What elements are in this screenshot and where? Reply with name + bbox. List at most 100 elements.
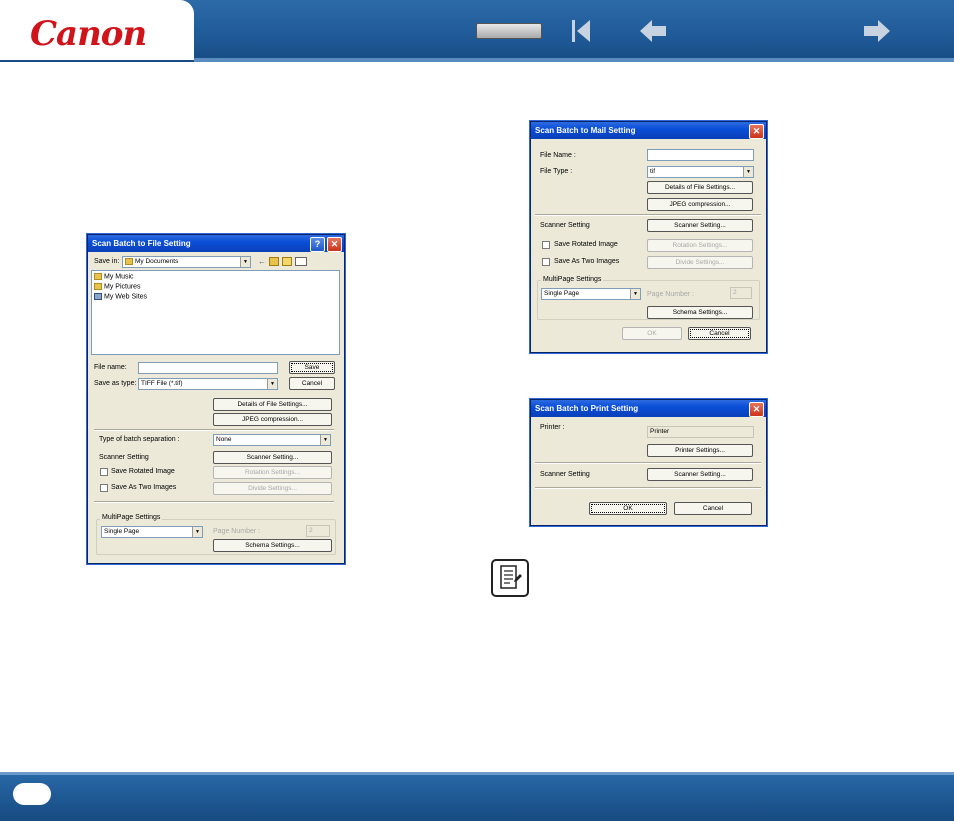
chevron-down-icon: ▼ [743,167,753,177]
help-button[interactable]: ? [310,237,325,252]
scan-batch-to-file-dialog: Scan Batch to File Setting ? ✕ Save in: … [87,234,345,564]
chevron-down-icon: ▼ [267,379,277,389]
jpeg-compression-button[interactable]: JPEG compression... [213,413,332,426]
printer-field: Printer [647,426,754,438]
toc-button[interactable] [476,23,542,39]
scanner-setting-label: Scanner Setting [540,222,590,229]
first-page-icon[interactable] [566,16,596,46]
file-list[interactable]: My Music My Pictures My Web Sites [91,270,340,355]
view-menu-icon[interactable] [295,257,307,266]
page-number-badge [13,783,51,805]
schema-settings-button[interactable]: Schema Settings... [647,306,753,319]
back-icon[interactable]: ← [258,257,266,266]
dialog-title: Scan Batch to Print Setting [535,404,639,413]
up-folder-icon[interactable] [269,257,279,266]
header-accent-line [194,58,954,62]
schema-settings-button[interactable]: Schema Settings... [213,539,332,552]
save-rotated-image-label: Save Rotated Image [554,241,618,248]
scanner-setting-button[interactable]: Scanner Setting... [213,451,332,464]
rotation-settings-button[interactable]: Rotation Settings... [213,466,332,479]
scanner-setting-button[interactable]: Scanner Setting... [647,468,753,481]
list-item[interactable]: My Pictures [94,283,141,290]
batch-separation-value: None [216,436,232,443]
save-button[interactable]: Save [289,361,335,374]
divide-settings-button[interactable]: Divide Settings... [647,256,753,269]
rotation-settings-button[interactable]: Rotation Settings... [647,239,753,252]
page-number-input[interactable]: 2 [306,525,330,537]
divider [535,462,761,464]
save-in-dropdown[interactable]: My Documents ▼ [122,256,251,268]
list-item-label: My Music [104,273,134,281]
ok-button[interactable]: OK [589,502,667,515]
chevron-down-icon: ▼ [192,527,202,537]
save-as-two-images-checkbox[interactable] [100,484,108,492]
cancel-button[interactable]: Cancel [688,327,751,340]
details-of-file-settings-button[interactable]: Details of File Settings... [647,181,753,194]
footer-bar [0,772,954,821]
save-as-two-images-label: Save As Two Images [554,258,620,265]
printer-label: Printer : [540,424,565,431]
save-rotated-image-checkbox[interactable] [100,468,108,476]
save-as-two-images-label: Save As Two Images [111,484,177,491]
cancel-button[interactable]: Cancel [289,377,335,390]
multipage-settings-label: MultiPage Settings [541,276,604,283]
save-as-type-dropdown[interactable]: TIFF File (*.tif) ▼ [138,378,278,390]
file-type-label: File Type : [540,168,573,175]
cancel-button[interactable]: Cancel [674,502,752,515]
batch-separation-label: Type of batch separation : [99,436,180,443]
scan-batch-to-print-dialog: Scan Batch to Print Setting ✕ Printer : … [530,399,767,526]
multipage-dropdown[interactable]: Single Page ▼ [541,288,641,300]
header-bar: Canon [0,0,954,62]
ok-button[interactable]: OK [622,327,682,340]
dialog-title-bar: Scan Batch to Mail Setting ✕ [531,122,766,139]
close-button[interactable]: ✕ [327,237,342,252]
canon-logo: Canon [30,14,147,54]
page-number-label: Page Number : [213,528,261,535]
file-type-dropdown[interactable]: tif ▼ [647,166,754,178]
logo-tab: Canon [0,0,194,60]
chevron-down-icon: ▼ [630,289,640,299]
close-button[interactable]: ✕ [749,124,764,139]
save-in-value: My Documents [135,258,179,265]
save-rotated-image-label: Save Rotated Image [111,468,175,475]
divider [94,429,334,431]
new-folder-icon[interactable] [282,257,292,266]
scanner-setting-button[interactable]: Scanner Setting... [647,219,753,232]
divide-settings-button[interactable]: Divide Settings... [213,482,332,495]
list-item[interactable]: My Web Sites [94,293,147,300]
batch-separation-dropdown[interactable]: None ▼ [213,434,331,446]
divider [94,501,334,503]
printer-settings-button[interactable]: Printer Settings... [647,444,753,457]
save-as-two-images-checkbox[interactable] [542,258,550,266]
scan-batch-to-mail-dialog: Scan Batch to Mail Setting ✕ File Name :… [530,121,767,353]
chevron-down-icon: ▼ [240,257,250,267]
save-rotated-image-checkbox[interactable] [542,241,550,249]
close-button[interactable]: ✕ [749,402,764,417]
multipage-value: Single Page [544,290,580,297]
dialog-title: Scan Batch to Mail Setting [535,126,636,135]
folder-icon [125,257,133,265]
file-name-label: File Name : [540,152,576,159]
note-icon [491,559,529,597]
folder-icon [94,283,102,290]
previous-page-icon[interactable] [638,16,668,46]
divider [535,214,761,216]
folder-icon [94,273,102,280]
list-item-label: My Web Sites [104,293,148,301]
file-type-value: tif [650,168,656,175]
file-name-input[interactable] [138,362,278,374]
dialog-title: Scan Batch to File Setting [92,239,191,248]
save-in-label: Save in: [94,258,120,265]
chevron-down-icon: ▼ [320,435,330,445]
scanner-setting-label: Scanner Setting [99,454,149,461]
page-number-input[interactable]: 2 [730,287,752,299]
jpeg-compression-button[interactable]: JPEG compression... [647,198,753,211]
multipage-settings-label: MultiPage Settings [100,514,163,521]
multipage-dropdown[interactable]: Single Page ▼ [101,526,203,538]
list-item-label: My Pictures [104,283,141,291]
save-as-type-label: Save as type: [94,380,137,387]
list-item[interactable]: My Music [94,273,134,280]
file-name-input[interactable] [647,149,754,161]
next-page-icon[interactable] [862,16,892,46]
details-of-file-settings-button[interactable]: Details of File Settings... [213,398,332,411]
